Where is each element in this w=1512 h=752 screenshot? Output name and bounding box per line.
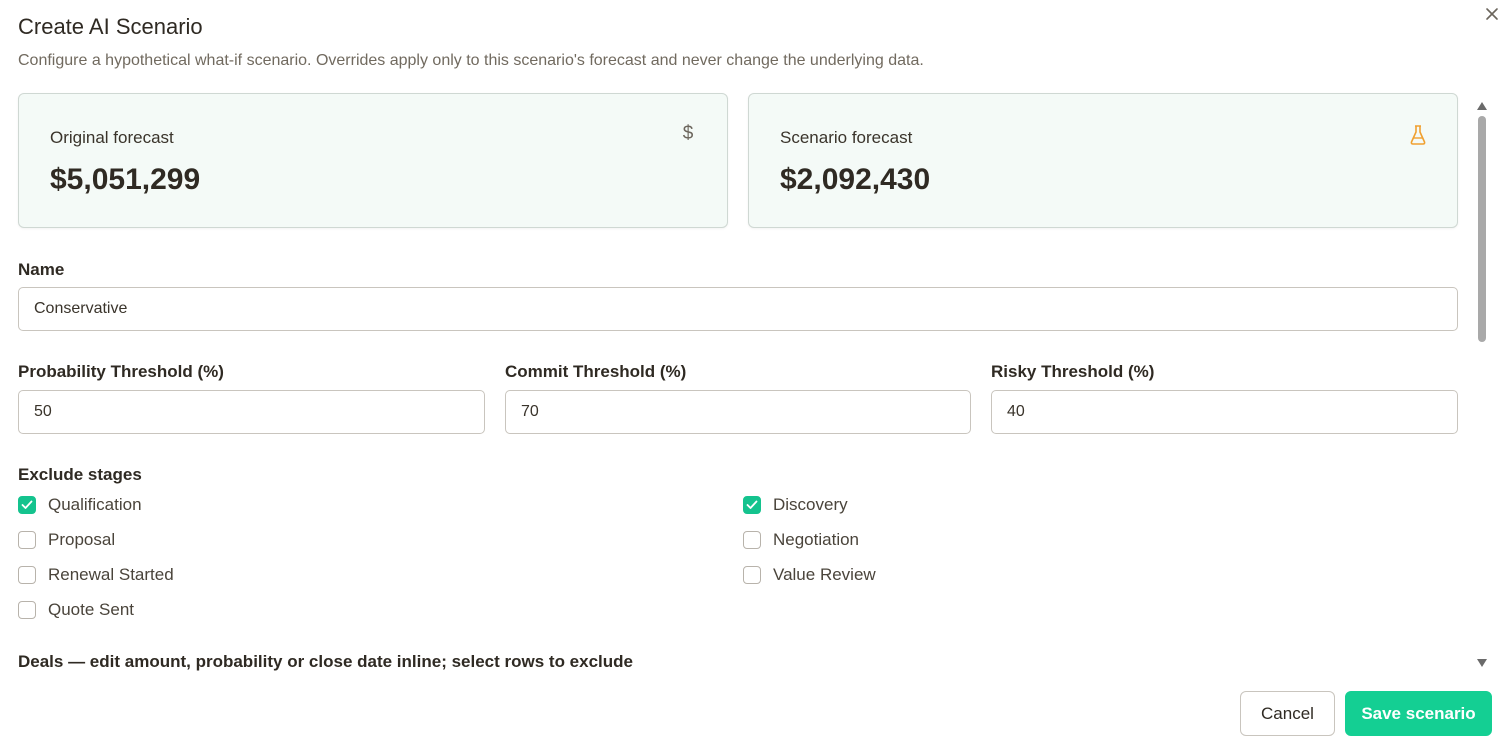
stage-label: Proposal	[48, 530, 116, 549]
deals-section-label: Deals — edit amount, probability or clos…	[18, 652, 633, 671]
scrollbar-thumb[interactable]	[1478, 116, 1486, 342]
stage-checkbox-value-review[interactable]: Value Review	[743, 564, 876, 586]
save-scenario-button[interactable]: Save scenario	[1345, 691, 1492, 736]
stage-label: Quote Sent	[48, 600, 135, 619]
stage-label: Renewal Started	[48, 565, 174, 584]
checkbox[interactable]	[743, 531, 761, 549]
scenario-forecast-label: Scenario forecast	[780, 128, 913, 147]
stage-checkbox-discovery[interactable]: Discovery	[743, 494, 848, 516]
checkbox[interactable]	[18, 566, 36, 584]
checkbox[interactable]	[743, 566, 761, 584]
stage-label: Value Review	[773, 565, 876, 584]
probability-threshold-label: Probability Threshold (%)	[18, 362, 224, 381]
original-forecast-label: Original forecast	[50, 128, 174, 147]
create-scenario-dialog: Create AI Scenario Configure a hypotheti…	[0, 0, 1512, 752]
stage-label: Discovery	[773, 495, 848, 514]
dollar-icon: $	[682, 123, 694, 144]
risky-threshold-label: Risky Threshold (%)	[991, 362, 1155, 381]
stage-label: Negotiation	[773, 530, 860, 549]
original-forecast-value: $5,051,299	[50, 163, 201, 196]
cancel-button[interactable]: Cancel	[1240, 691, 1335, 736]
scroll-down-arrow-icon[interactable]	[1476, 655, 1488, 667]
commit-threshold-input[interactable]	[505, 390, 971, 434]
scenario-forecast-value: $2,092,430	[780, 163, 931, 196]
name-input[interactable]	[18, 287, 1458, 331]
vertical-scrollbar[interactable]	[1474, 94, 1490, 669]
checkbox[interactable]	[18, 601, 36, 619]
dialog-title: Create AI Scenario	[18, 14, 203, 39]
stage-checkbox-renewal-started[interactable]: Renewal Started	[18, 564, 174, 586]
dialog-body: Original forecast $5,051,299 $ Scenario …	[0, 84, 1470, 684]
commit-threshold-label: Commit Threshold (%)	[505, 362, 687, 381]
stage-label: Qualification	[48, 495, 142, 514]
stage-checkbox-quote-sent[interactable]: Quote Sent	[18, 599, 134, 621]
stage-checkbox-proposal[interactable]: Proposal	[18, 529, 115, 551]
checkbox[interactable]	[743, 496, 761, 514]
dialog-subtitle: Configure a hypothetical what-if scenari…	[18, 52, 924, 69]
risky-threshold-input[interactable]	[991, 390, 1458, 434]
original-forecast-card: Original forecast $5,051,299 $	[18, 93, 728, 228]
exclude-stages-label: Exclude stages	[18, 465, 142, 484]
name-label: Name	[18, 260, 65, 279]
scenario-forecast-card: Scenario forecast $2,092,430	[748, 93, 1458, 228]
checkbox[interactable]	[18, 496, 36, 514]
flask-icon	[1409, 124, 1427, 146]
stage-checkbox-negotiation[interactable]: Negotiation	[743, 529, 859, 551]
close-icon[interactable]	[1483, 5, 1501, 23]
probability-threshold-input[interactable]	[18, 390, 485, 434]
checkbox[interactable]	[18, 531, 36, 549]
scroll-up-arrow-icon[interactable]	[1476, 98, 1488, 110]
stage-checkbox-qualification[interactable]: Qualification	[18, 494, 142, 516]
